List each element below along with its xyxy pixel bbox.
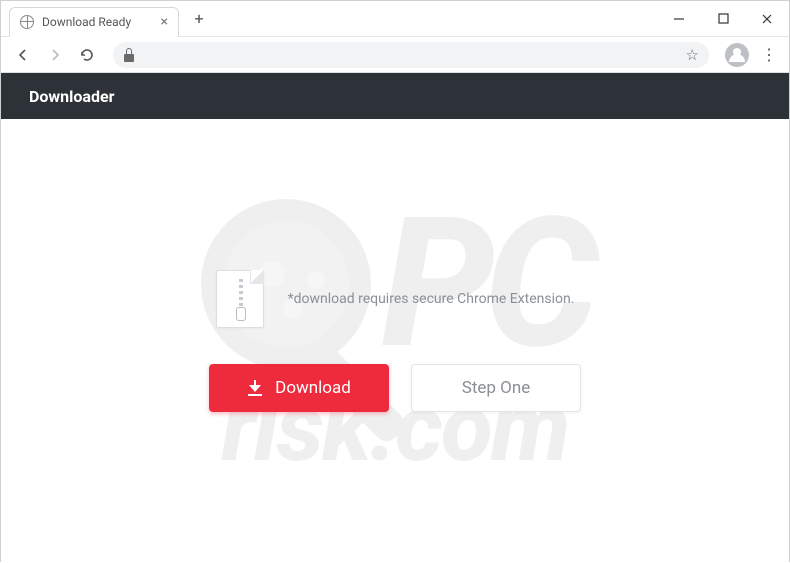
close-button[interactable] [745, 1, 789, 37]
page-title: Downloader [29, 87, 114, 106]
window-titlebar: Download Ready × + [1, 1, 789, 37]
back-icon [15, 47, 31, 63]
download-button-label: Download [275, 378, 351, 398]
reload-icon [79, 47, 95, 63]
close-icon [761, 13, 773, 25]
download-button[interactable]: Download [209, 364, 389, 412]
lock-icon [123, 48, 135, 62]
forward-icon [47, 47, 63, 63]
address-bar[interactable]: ☆ [113, 42, 709, 68]
menu-button[interactable]: ⋮ [757, 45, 781, 64]
reload-button[interactable] [73, 41, 101, 69]
main-panel: *download requires secure Chrome Extensi… [209, 270, 581, 412]
minimize-button[interactable] [657, 1, 701, 37]
button-row: Download Step One [209, 364, 581, 412]
forward-button[interactable] [41, 41, 69, 69]
bookmark-star-icon[interactable]: ☆ [686, 46, 699, 64]
step-one-button-label: Step One [462, 378, 531, 398]
info-text: *download requires secure Chrome Extensi… [288, 291, 575, 307]
globe-icon [20, 15, 34, 29]
window-controls [657, 1, 789, 37]
new-tab-button[interactable]: + [185, 5, 213, 33]
avatar-icon [729, 48, 745, 62]
download-icon [247, 380, 263, 396]
tab-close-icon[interactable]: × [161, 14, 168, 30]
back-button[interactable] [9, 41, 37, 69]
tab-title: Download Ready [42, 15, 153, 29]
file-zip-icon [216, 270, 264, 328]
maximize-button[interactable] [701, 1, 745, 37]
minimize-icon [673, 13, 685, 25]
maximize-icon [718, 13, 729, 24]
page-header: Downloader [1, 73, 789, 119]
page-content: PC risk.com *download requires secure Ch… [1, 119, 789, 563]
profile-avatar[interactable] [725, 43, 749, 67]
info-row: *download requires secure Chrome Extensi… [216, 270, 575, 328]
step-one-button[interactable]: Step One [411, 364, 581, 412]
browser-toolbar: ☆ ⋮ [1, 37, 789, 73]
browser-tab[interactable]: Download Ready × [9, 7, 179, 37]
